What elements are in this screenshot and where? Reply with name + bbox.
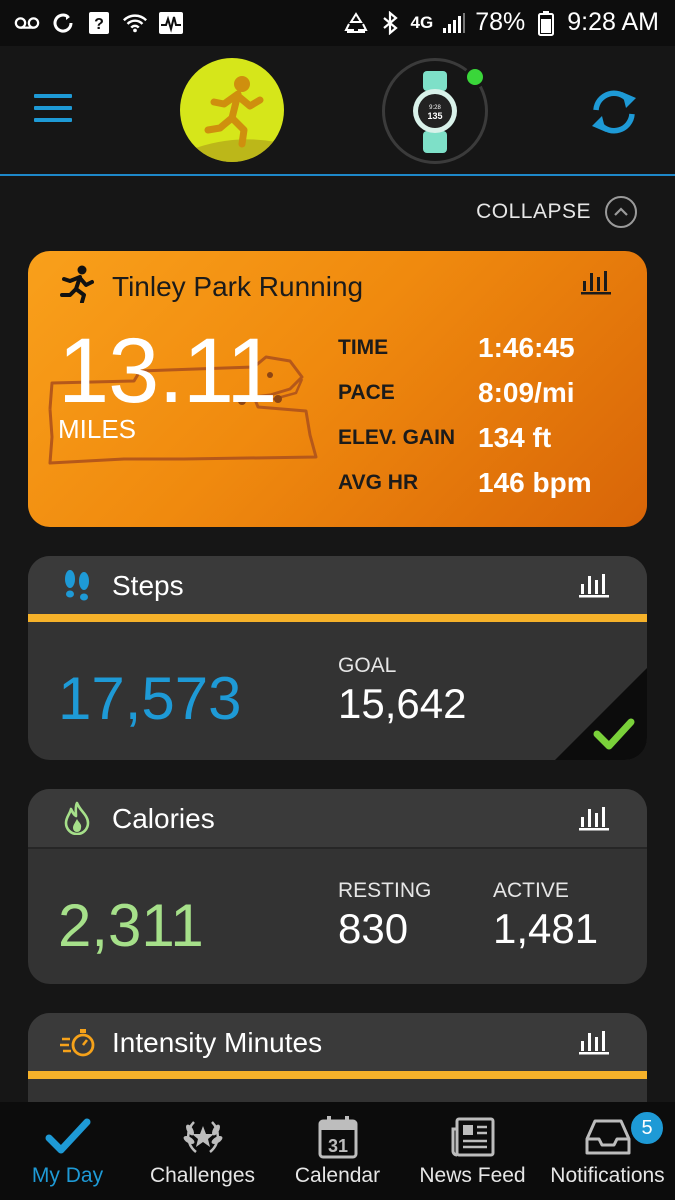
wifi-icon <box>122 10 148 36</box>
battery-percent: 78% <box>475 8 526 36</box>
battery-icon <box>533 10 559 36</box>
distance-value: 13.11 <box>58 320 277 422</box>
run-stats: TIME 1:46:45 PACE 8:09/mi ELEV. GAIN 134… <box>338 325 592 505</box>
hamburger-menu-icon[interactable] <box>34 94 72 124</box>
calendar-day: 31 <box>327 1136 347 1156</box>
stat-label: AVG HR <box>338 470 419 494</box>
nav-label: My Day <box>31 1164 104 1187</box>
steps-card[interactable]: Steps 17,573 GOAL 15,642 <box>28 556 647 760</box>
intensity-progress-bar <box>28 1071 647 1079</box>
help-icon: ? <box>86 10 112 36</box>
activity-title: Tinley Park Running <box>112 270 364 302</box>
stat-value: 1:46:45 <box>478 331 575 363</box>
signal-icon <box>441 10 467 36</box>
laurel-icon <box>179 1114 227 1160</box>
bottom-navigation: My Day Challenges 31 Calendar News Feed … <box>0 1102 675 1200</box>
calories-card-header: Calories <box>28 789 647 847</box>
footprints-icon <box>60 568 94 602</box>
voicemail-icon <box>14 10 40 36</box>
checkmark-icon <box>44 1114 92 1160</box>
nav-news-feed[interactable]: News Feed <box>405 1102 540 1200</box>
stat-value: 146 bpm <box>478 466 592 498</box>
bar-chart-icon[interactable] <box>581 269 611 295</box>
inbox-icon <box>584 1114 632 1160</box>
steps-card-header: Steps <box>28 556 647 614</box>
activity-icon <box>158 10 184 36</box>
collapse-label: COLLAPSE <box>476 200 591 223</box>
steps-title: Steps <box>112 570 184 601</box>
bar-chart-icon[interactable] <box>579 805 609 831</box>
stat-label: ELEV. GAIN <box>338 425 456 449</box>
sync-status-icon <box>50 10 76 36</box>
run-activity-card[interactable]: Tinley Park Running 13.11 MILES TIME 1:4… <box>28 251 647 527</box>
intensity-card-header: Intensity Minutes <box>28 1013 647 1071</box>
bluetooth-icon <box>377 10 403 36</box>
resting-value: 830 <box>338 905 409 952</box>
nav-label: Notifications <box>550 1164 665 1187</box>
sync-icon[interactable] <box>586 86 642 138</box>
active-label: ACTIVE <box>493 879 569 902</box>
goal-label: GOAL <box>338 654 397 677</box>
calories-card[interactable]: Calories 2,311 RESTING 830 ACTIVE 1,481 <box>28 789 647 984</box>
stat-row-heart-rate: AVG HR 146 bpm <box>338 460 592 505</box>
status-bar: ? 4G 78% 9:28 AM <box>0 0 675 46</box>
distance-unit: MILES <box>58 414 137 444</box>
nav-my-day[interactable]: My Day <box>0 1102 135 1200</box>
network-label: 4G <box>410 12 434 32</box>
svg-text:?: ? <box>94 16 104 33</box>
notification-badge: 5 <box>629 1110 665 1146</box>
stopwatch-icon <box>60 1025 95 1059</box>
stat-row-pace: PACE 8:09/mi <box>338 370 592 415</box>
bar-chart-icon[interactable] <box>579 1029 609 1055</box>
newspaper-icon <box>449 1114 497 1160</box>
running-icon <box>58 265 94 308</box>
nav-label: Challenges <box>149 1164 256 1187</box>
nav-label: Calendar <box>294 1164 381 1187</box>
device-connected-indicator <box>464 66 486 88</box>
nav-challenges[interactable]: Challenges <box>135 1102 270 1200</box>
stat-row-elevation: ELEV. GAIN 134 ft <box>338 415 592 460</box>
clock: 9:28 AM <box>567 8 659 36</box>
calendar-icon: 31 <box>314 1114 362 1160</box>
nav-notifications[interactable]: Notifications 5 <box>540 1102 675 1200</box>
calories-divider <box>28 847 647 849</box>
device-face-value: 135 <box>427 111 442 121</box>
recycle-icon <box>343 10 369 36</box>
goal-met-check-icon <box>555 668 647 760</box>
nav-label: News Feed <box>419 1164 526 1187</box>
runner-avatar-icon[interactable] <box>180 58 284 162</box>
resting-label: RESTING <box>338 879 432 902</box>
stat-value: 8:09/mi <box>478 376 575 408</box>
stat-label: PACE <box>338 380 395 404</box>
active-value: 1,481 <box>493 905 599 952</box>
steps-value: 17,573 <box>58 665 242 732</box>
goal-value: 15,642 <box>338 680 467 727</box>
stat-label: TIME <box>338 335 389 359</box>
stat-row-time: TIME 1:46:45 <box>338 325 592 370</box>
flame-icon <box>60 801 94 836</box>
app-header: 9:28 135 <box>0 46 675 176</box>
nav-calendar[interactable]: 31 Calendar <box>270 1102 405 1200</box>
steps-progress-bar <box>28 614 647 622</box>
chevron-up-icon <box>605 196 637 228</box>
bar-chart-icon[interactable] <box>579 572 609 598</box>
intensity-title: Intensity Minutes <box>112 1027 323 1058</box>
calories-total: 2,311 <box>58 892 204 959</box>
calories-title: Calories <box>112 803 215 834</box>
stat-value: 134 ft <box>478 421 552 453</box>
collapse-toggle[interactable]: COLLAPSE <box>476 196 637 228</box>
